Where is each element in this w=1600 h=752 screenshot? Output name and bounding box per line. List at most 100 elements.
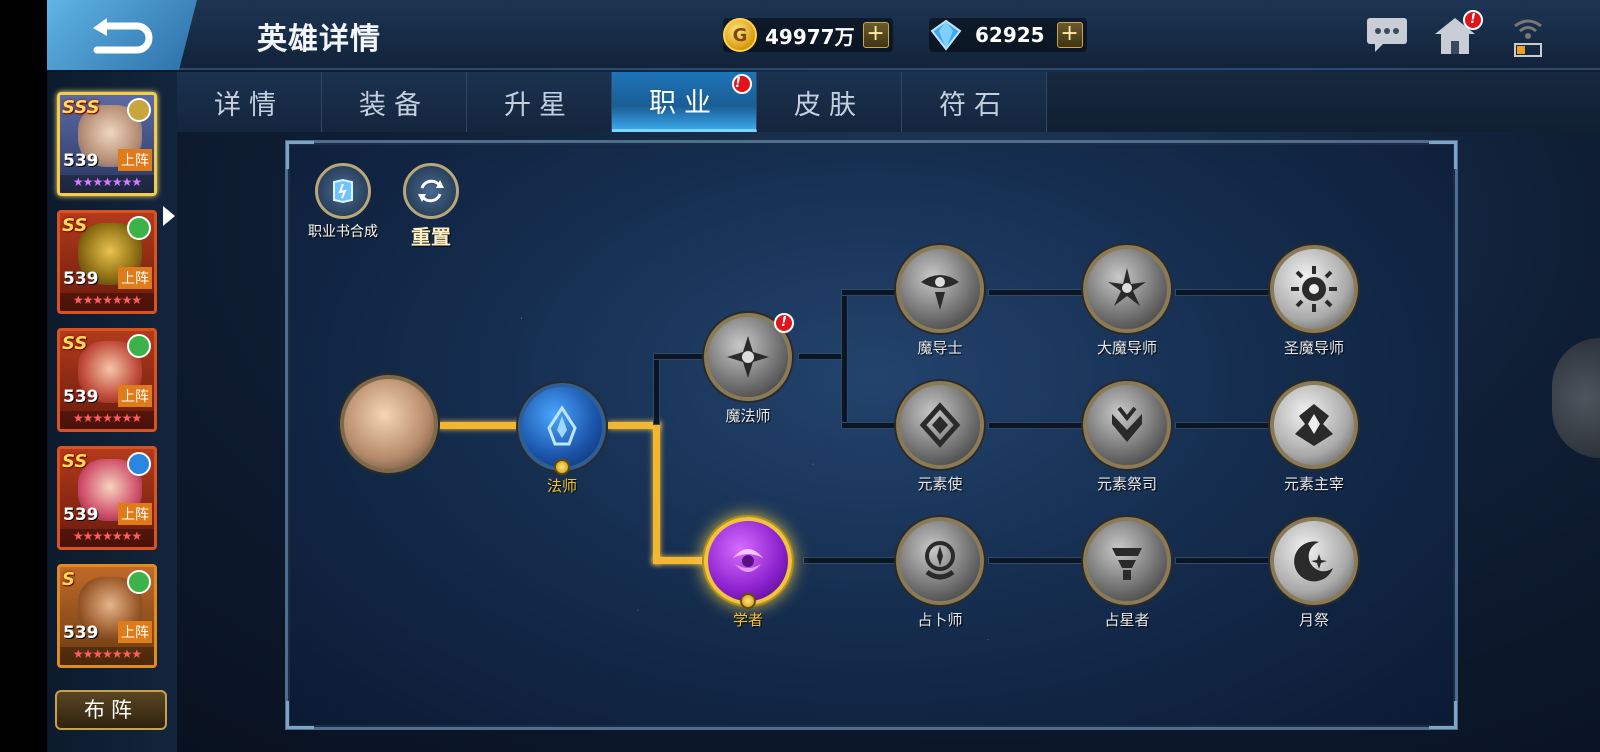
panel-corner <box>286 701 314 729</box>
tab-equipment[interactable]: 装备 <box>322 72 467 132</box>
path-line <box>653 422 660 564</box>
add-gold-button[interactable]: + <box>862 22 889 48</box>
hero-card[interactable]: SSS 539 上阵 ★★★★★★★ <box>57 92 157 196</box>
node-element-lord[interactable]: 元素主宰 <box>1259 381 1369 494</box>
panel-corner <box>1429 701 1457 729</box>
gold-amount: 49977万 <box>765 24 855 49</box>
magus-label: 魔导士 <box>917 339 963 357</box>
unlocked-dot-icon <box>740 593 756 609</box>
crystal-ball-icon <box>896 517 984 605</box>
hero-status: 上阵 <box>118 149 152 171</box>
node-holy-magus[interactable]: 圣魔导师 <box>1259 245 1369 358</box>
home-button[interactable]: ! <box>1433 10 1483 56</box>
elementalist-label: 元素使 <box>917 475 963 493</box>
profession-alert-badge: ! <box>732 74 752 94</box>
back-button[interactable] <box>47 0 197 70</box>
tab-profession[interactable]: 职业 ! <box>612 72 757 132</box>
archmagus-label: 大魔导师 <box>1096 339 1157 357</box>
diviner-label: 占卜师 <box>917 611 963 629</box>
wifi-battery-icon <box>1514 19 1542 57</box>
hero-node <box>334 375 444 473</box>
moon-icon <box>1270 517 1358 605</box>
water-element-icon <box>127 452 151 476</box>
sorcerer-alert-badge: ! <box>774 313 794 333</box>
tab-profession-label: 职业 <box>649 88 719 119</box>
hero-status: 上阵 <box>118 385 152 407</box>
hero-level: 539 <box>63 623 99 643</box>
reset-button[interactable]: 重置 <box>396 163 466 250</box>
node-moon-rite[interactable]: 月祭 <box>1259 517 1369 630</box>
mage-label: 法师 <box>546 477 577 495</box>
tab-upgrade-stars[interactable]: 升星 <box>467 72 612 132</box>
chat-button[interactable] <box>1365 14 1409 56</box>
sorcerer-icon: ! <box>704 313 794 401</box>
node-sorcerer[interactable]: ! 魔法师 <box>693 313 803 426</box>
flame-rune-icon <box>1083 381 1171 469</box>
node-element-priest[interactable]: 元素祭司 <box>1072 381 1182 494</box>
hero-rank: S <box>62 569 75 590</box>
sun-eye-icon <box>1270 245 1358 333</box>
node-elementalist[interactable]: 元素使 <box>885 381 995 494</box>
hero-card[interactable]: SS 539 上阵 ★★★★★★★ <box>57 446 157 550</box>
book-icon <box>315 163 371 219</box>
node-archmagus[interactable]: 大魔导师 <box>1072 245 1182 358</box>
hero-rank: SS <box>62 333 88 354</box>
astrologer-label: 占星者 <box>1104 611 1150 629</box>
scholar-label: 学者 <box>732 611 763 629</box>
reset-label: 重置 <box>411 225 451 249</box>
gold-counter: G 49977万 + <box>723 18 893 52</box>
hero-rank: SSS <box>62 97 100 118</box>
diamond-icon <box>930 19 962 51</box>
unlocked-dot-icon <box>554 459 570 475</box>
gold-coin-icon: G <box>723 18 757 52</box>
hero-level: 539 <box>63 387 99 407</box>
node-scholar[interactable]: 学者 <box>693 517 803 630</box>
eye-icon <box>896 245 984 333</box>
path-line <box>653 353 660 425</box>
hero-card[interactable]: S 539 上阵 ★★★★★★★ <box>57 564 157 668</box>
tab-skins[interactable]: 皮肤 <box>757 72 902 132</box>
tab-details[interactable]: 详情 <box>177 72 322 132</box>
node-astrologer[interactable]: 占星者 <box>1072 517 1182 630</box>
node-diviner[interactable]: 占卜师 <box>885 517 995 630</box>
hero-card[interactable]: SS 539 上阵 ★★★★★★★ <box>57 210 157 314</box>
profession-book-synth-button[interactable]: 职业书合成 <box>298 163 388 241</box>
hero-status: 上阵 <box>118 503 152 525</box>
game-screen: 英雄详情 G 49977万 + 62925 + ! 详情 装备 升星 职业 ! … <box>47 0 1600 752</box>
hero-stars: ★★★★★★★ <box>60 175 154 193</box>
hero-stars: ★★★★★★★ <box>60 647 154 665</box>
element-lord-label: 元素主宰 <box>1283 475 1344 493</box>
hero-status: 上阵 <box>118 621 152 643</box>
side-scroll-handle[interactable] <box>1552 338 1600 458</box>
node-magus[interactable]: 魔导士 <box>885 245 995 358</box>
hero-rank: SS <box>62 451 88 472</box>
nature-element-icon <box>127 334 151 358</box>
hero-card[interactable]: SS 539 上阵 ★★★★★★★ <box>57 328 157 432</box>
hero-stars: ★★★★★★★ <box>60 293 154 311</box>
hero-level: 539 <box>63 151 99 171</box>
hero-avatar <box>340 375 438 473</box>
home-alert-badge: ! <box>1463 10 1483 30</box>
add-gems-button[interactable]: + <box>1056 22 1083 48</box>
hero-rank: SS <box>62 215 88 236</box>
gem-counter: 62925 + <box>929 18 1087 52</box>
nature-element-icon <box>127 216 151 240</box>
hero-status: 上阵 <box>118 267 152 289</box>
element-priest-label: 元素祭司 <box>1096 475 1157 493</box>
formation-button[interactable]: 布阵 <box>55 690 167 730</box>
refresh-icon <box>403 163 459 219</box>
hero-stars: ★★★★★★★ <box>60 529 154 547</box>
panel-corner <box>1429 141 1457 169</box>
scroll-icon <box>1083 517 1171 605</box>
profession-tree-panel: 职业书合成 重置 法师 ! 魔法师 学者 魔导士 大魔导师 圣魔导师 元素使 元… <box>285 140 1458 730</box>
status-indicator <box>1509 14 1547 57</box>
synth-label: 职业书合成 <box>308 224 378 240</box>
hero-level: 539 <box>63 269 99 289</box>
tab-runes[interactable]: 符石 <box>902 72 1047 132</box>
moon-rite-label: 月祭 <box>1298 611 1329 629</box>
chat-icon <box>1367 18 1407 52</box>
hero-list: SSS 539 上阵 ★★★★★★★ SS 539 上阵 ★★★★★★★ SS … <box>47 72 177 752</box>
tabs: 详情 装备 升星 职业 ! 皮肤 符石 <box>177 72 1047 132</box>
selected-arrow-icon <box>163 206 175 226</box>
node-mage[interactable]: 法师 <box>507 383 617 496</box>
